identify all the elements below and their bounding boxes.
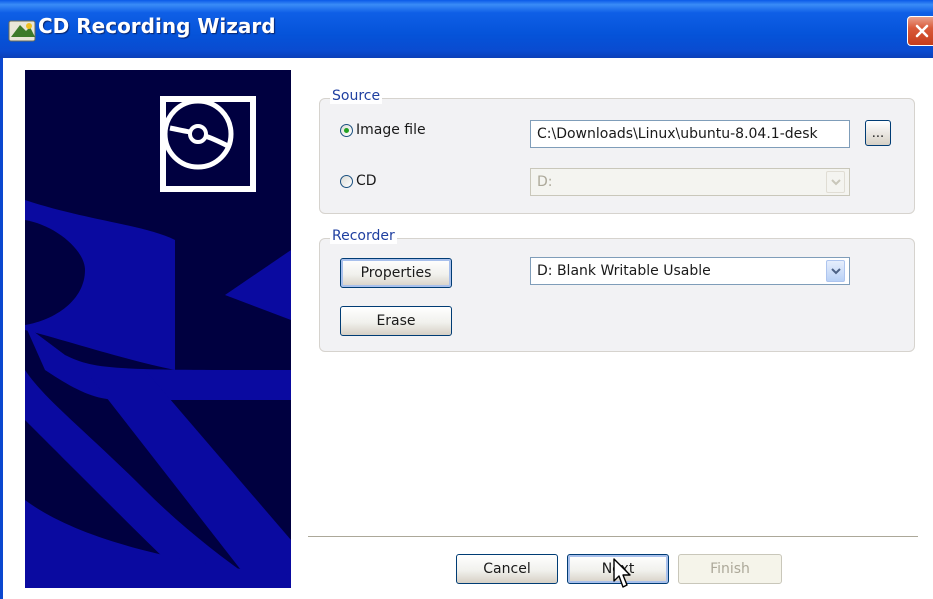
finish-button-label: Finish xyxy=(710,561,750,577)
cd-disc-icon xyxy=(162,98,234,170)
title-bar[interactable]: CD Recording Wizard xyxy=(0,0,933,58)
image-path-value: C:\Downloads\Linux\ubuntu-8.04.1-desk xyxy=(537,126,818,142)
wizard-banner xyxy=(25,70,291,588)
window-title: CD Recording Wizard xyxy=(38,14,276,38)
cd-drive-value: D: xyxy=(537,174,553,190)
recorder-drive-dropdown-button[interactable] xyxy=(826,260,845,282)
cd-radio[interactable]: CD xyxy=(340,173,377,189)
properties-button[interactable]: Properties xyxy=(340,258,452,288)
close-button[interactable] xyxy=(907,16,933,46)
chevron-down-icon xyxy=(830,179,841,186)
recorder-drive-select[interactable]: D: Blank Writable Usable xyxy=(530,257,850,285)
image-file-radio[interactable]: Image file xyxy=(340,122,426,138)
image-path-field[interactable]: C:\Downloads\Linux\ubuntu-8.04.1-desk xyxy=(530,120,850,148)
browse-button[interactable]: ... xyxy=(865,120,891,146)
recorder-drive-value: D: Blank Writable Usable xyxy=(537,263,711,279)
cd-logo xyxy=(160,96,256,192)
source-group: Source xyxy=(319,88,915,214)
image-file-label: Image file xyxy=(356,122,426,138)
radio-selected-dot xyxy=(344,127,349,133)
image-file-radio-circle[interactable] xyxy=(340,123,353,137)
finish-button[interactable]: Finish xyxy=(678,554,782,584)
mouse-cursor-icon xyxy=(613,558,631,588)
cd-radio-circle[interactable] xyxy=(340,174,353,188)
cancel-button[interactable]: Cancel xyxy=(456,554,558,584)
erase-button[interactable]: Erase xyxy=(340,306,452,336)
cancel-button-label: Cancel xyxy=(483,561,531,577)
source-legend: Source xyxy=(330,88,383,104)
footer-divider xyxy=(308,536,918,538)
properties-button-label: Properties xyxy=(360,265,432,281)
cd-drive-select[interactable]: D: xyxy=(530,168,850,196)
cd-label: CD xyxy=(356,173,377,189)
close-icon xyxy=(915,24,929,38)
recorder-legend: Recorder xyxy=(330,228,397,244)
chevron-down-icon xyxy=(830,268,841,275)
browse-button-label: ... xyxy=(871,125,885,141)
erase-button-label: Erase xyxy=(376,313,416,329)
cd-drive-dropdown-button[interactable] xyxy=(826,171,845,193)
cd-recording-wizard-window: CD Recording Wizard Source Image file C:… xyxy=(0,0,933,599)
cd-wizard-app-icon xyxy=(8,17,38,43)
